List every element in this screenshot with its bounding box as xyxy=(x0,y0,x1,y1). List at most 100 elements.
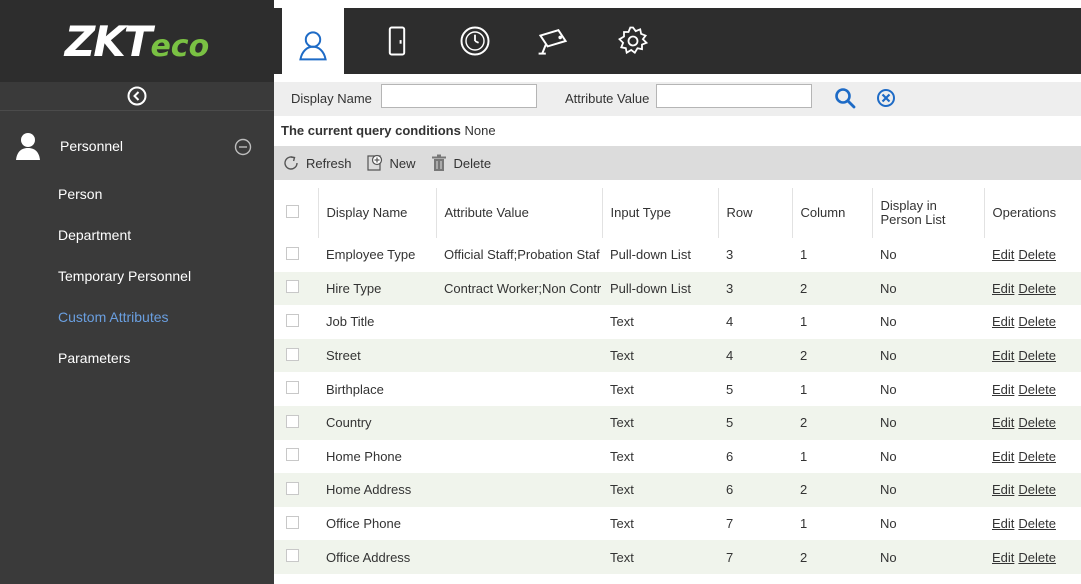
column-cell: 1 xyxy=(792,372,872,406)
row-checkbox[interactable] xyxy=(286,549,299,563)
input-type-cell: Text xyxy=(602,372,718,406)
table-row[interactable]: Street Text 4 2 No Edit Delete xyxy=(274,338,1081,373)
header-column[interactable]: Column xyxy=(792,188,873,238)
table-header-row: Display Name Attribute Value Input Type … xyxy=(274,188,1081,238)
table-row[interactable]: Office Phone Text 7 1 No Edit Delete xyxy=(274,506,1081,541)
row-checkbox[interactable] xyxy=(286,381,299,395)
personnel-module-tab[interactable] xyxy=(282,8,344,82)
header-display-in-line2: Person List xyxy=(880,212,946,227)
collapse-sidebar-icon[interactable] xyxy=(127,86,147,106)
edit-link[interactable]: Edit xyxy=(992,247,1014,262)
row-cell: 3 xyxy=(718,238,792,272)
sidebar-item-department[interactable]: Department xyxy=(0,226,274,267)
sidebar-section-personnel[interactable]: Personnel xyxy=(0,111,274,181)
new-button[interactable]: New xyxy=(366,154,416,172)
search-icon[interactable] xyxy=(834,87,856,109)
row-checkbox[interactable] xyxy=(286,515,299,529)
table-row[interactable]: Country Text 5 2 No Edit Delete xyxy=(274,405,1081,440)
delete-link[interactable]: Delete xyxy=(1018,516,1056,531)
row-checkbox[interactable] xyxy=(286,246,299,260)
delete-link[interactable]: Delete xyxy=(1018,415,1056,430)
row-checkbox[interactable] xyxy=(286,347,299,361)
sidebar-item-person[interactable]: Person xyxy=(0,185,274,226)
delete-link[interactable]: Delete xyxy=(1018,382,1056,397)
table-row[interactable]: Birthplace Text 5 1 No Edit Delete xyxy=(274,372,1081,406)
person-icon xyxy=(16,133,40,160)
edit-link[interactable]: Edit xyxy=(992,281,1014,296)
table-row[interactable]: Job Title Text 4 1 No Edit Delete xyxy=(274,305,1081,339)
input-type-cell: Pull-down List xyxy=(602,238,718,272)
delete-link[interactable]: Delete xyxy=(1018,247,1056,262)
delete-link[interactable]: Delete xyxy=(1018,281,1056,296)
attribute-value-cell xyxy=(436,506,602,541)
edit-link[interactable]: Edit xyxy=(992,516,1014,531)
edit-link[interactable]: Edit xyxy=(992,550,1014,565)
attribute-value-cell: Official Staff;Probation Staf xyxy=(436,238,602,272)
delete-button[interactable]: Delete xyxy=(430,154,492,172)
edit-link[interactable]: Edit xyxy=(992,382,1014,397)
table-row[interactable]: Hire Type Contract Worker;Non Contr Pull-d… xyxy=(274,271,1081,306)
system-module-tab[interactable] xyxy=(602,8,664,74)
edit-link[interactable]: Edit xyxy=(992,415,1014,430)
delete-link[interactable]: Delete xyxy=(1018,348,1056,363)
row-checkbox[interactable] xyxy=(286,414,299,428)
display-in-list-cell: No xyxy=(872,372,984,406)
display-in-list-cell: No xyxy=(872,439,984,474)
header-attribute-value[interactable]: Attribute Value xyxy=(436,188,603,238)
operations-cell: Edit Delete xyxy=(984,439,1081,474)
attribute-value-cell: Contract Worker;Non Contr xyxy=(436,271,602,306)
display-name-input[interactable] xyxy=(381,84,537,108)
display-in-list-cell: No xyxy=(872,271,984,306)
video-module-tab[interactable] xyxy=(522,8,584,74)
row-cell: 3 xyxy=(718,271,792,306)
edit-link[interactable]: Edit xyxy=(992,482,1014,497)
attendance-module-tab[interactable] xyxy=(444,8,506,74)
collapse-section-icon[interactable] xyxy=(234,138,252,156)
display-name-cell: Home Address xyxy=(318,473,436,507)
row-cell: 4 xyxy=(718,305,792,339)
sidebar-item-custom-attributes[interactable]: Custom Attributes xyxy=(0,308,274,349)
operations-cell: Edit Delete xyxy=(984,305,1081,339)
header-input-type[interactable]: Input Type xyxy=(602,188,719,238)
delete-link[interactable]: Delete xyxy=(1018,550,1056,565)
row-cell: 7 xyxy=(718,506,792,541)
column-cell: 2 xyxy=(792,473,872,507)
table-row[interactable]: Employee Type Official Staff;Probation St… xyxy=(274,238,1081,272)
operations-cell: Edit Delete xyxy=(984,540,1081,574)
header-display-in-person-list[interactable]: Display in Person List xyxy=(872,188,985,238)
header-display-name[interactable]: Display Name xyxy=(318,188,437,238)
delete-link[interactable]: Delete xyxy=(1018,482,1056,497)
table-body: Employee Type Official Staff;Probation St… xyxy=(274,238,1081,574)
sidebar-item-parameters[interactable]: Parameters xyxy=(0,349,274,390)
edit-link[interactable]: Edit xyxy=(992,348,1014,363)
delete-link[interactable]: Delete xyxy=(1018,314,1056,329)
input-type-cell: Text xyxy=(602,305,718,339)
attribute-value-input[interactable] xyxy=(656,84,812,108)
row-checkbox[interactable] xyxy=(286,448,299,462)
query-conditions: The current query conditions None xyxy=(274,116,1081,146)
row-checkbox[interactable] xyxy=(286,280,299,294)
access-module-tab[interactable] xyxy=(366,8,428,74)
operations-cell: Edit Delete xyxy=(984,473,1081,507)
table-row[interactable]: Office Address Text 7 2 No Edit Delete xyxy=(274,540,1081,574)
row-checkbox[interactable] xyxy=(286,481,299,495)
header-row[interactable]: Row xyxy=(718,188,793,238)
table-row[interactable]: Home Address Text 6 2 No Edit Delete xyxy=(274,473,1081,507)
edit-link[interactable]: Edit xyxy=(992,449,1014,464)
clock-icon xyxy=(460,26,490,56)
delete-link[interactable]: Delete xyxy=(1018,449,1056,464)
operations-cell: Edit Delete xyxy=(984,338,1081,373)
clear-search-icon[interactable] xyxy=(875,87,897,109)
sidebar-item-temporary-personnel[interactable]: Temporary Personnel xyxy=(0,267,274,308)
delete-label: Delete xyxy=(453,155,492,171)
sidebar: Personnel Person Department Temporary Pe… xyxy=(0,82,274,584)
column-cell: 2 xyxy=(792,405,872,440)
row-checkbox[interactable] xyxy=(286,313,299,327)
attribute-value-cell xyxy=(436,305,602,339)
table-row[interactable]: Home Phone Text 6 1 No Edit Delete xyxy=(274,439,1081,474)
select-all-checkbox[interactable] xyxy=(286,205,299,218)
edit-link[interactable]: Edit xyxy=(992,314,1014,329)
refresh-button[interactable]: Refresh xyxy=(282,154,352,172)
operations-cell: Edit Delete xyxy=(984,506,1081,541)
column-cell: 2 xyxy=(792,338,872,373)
